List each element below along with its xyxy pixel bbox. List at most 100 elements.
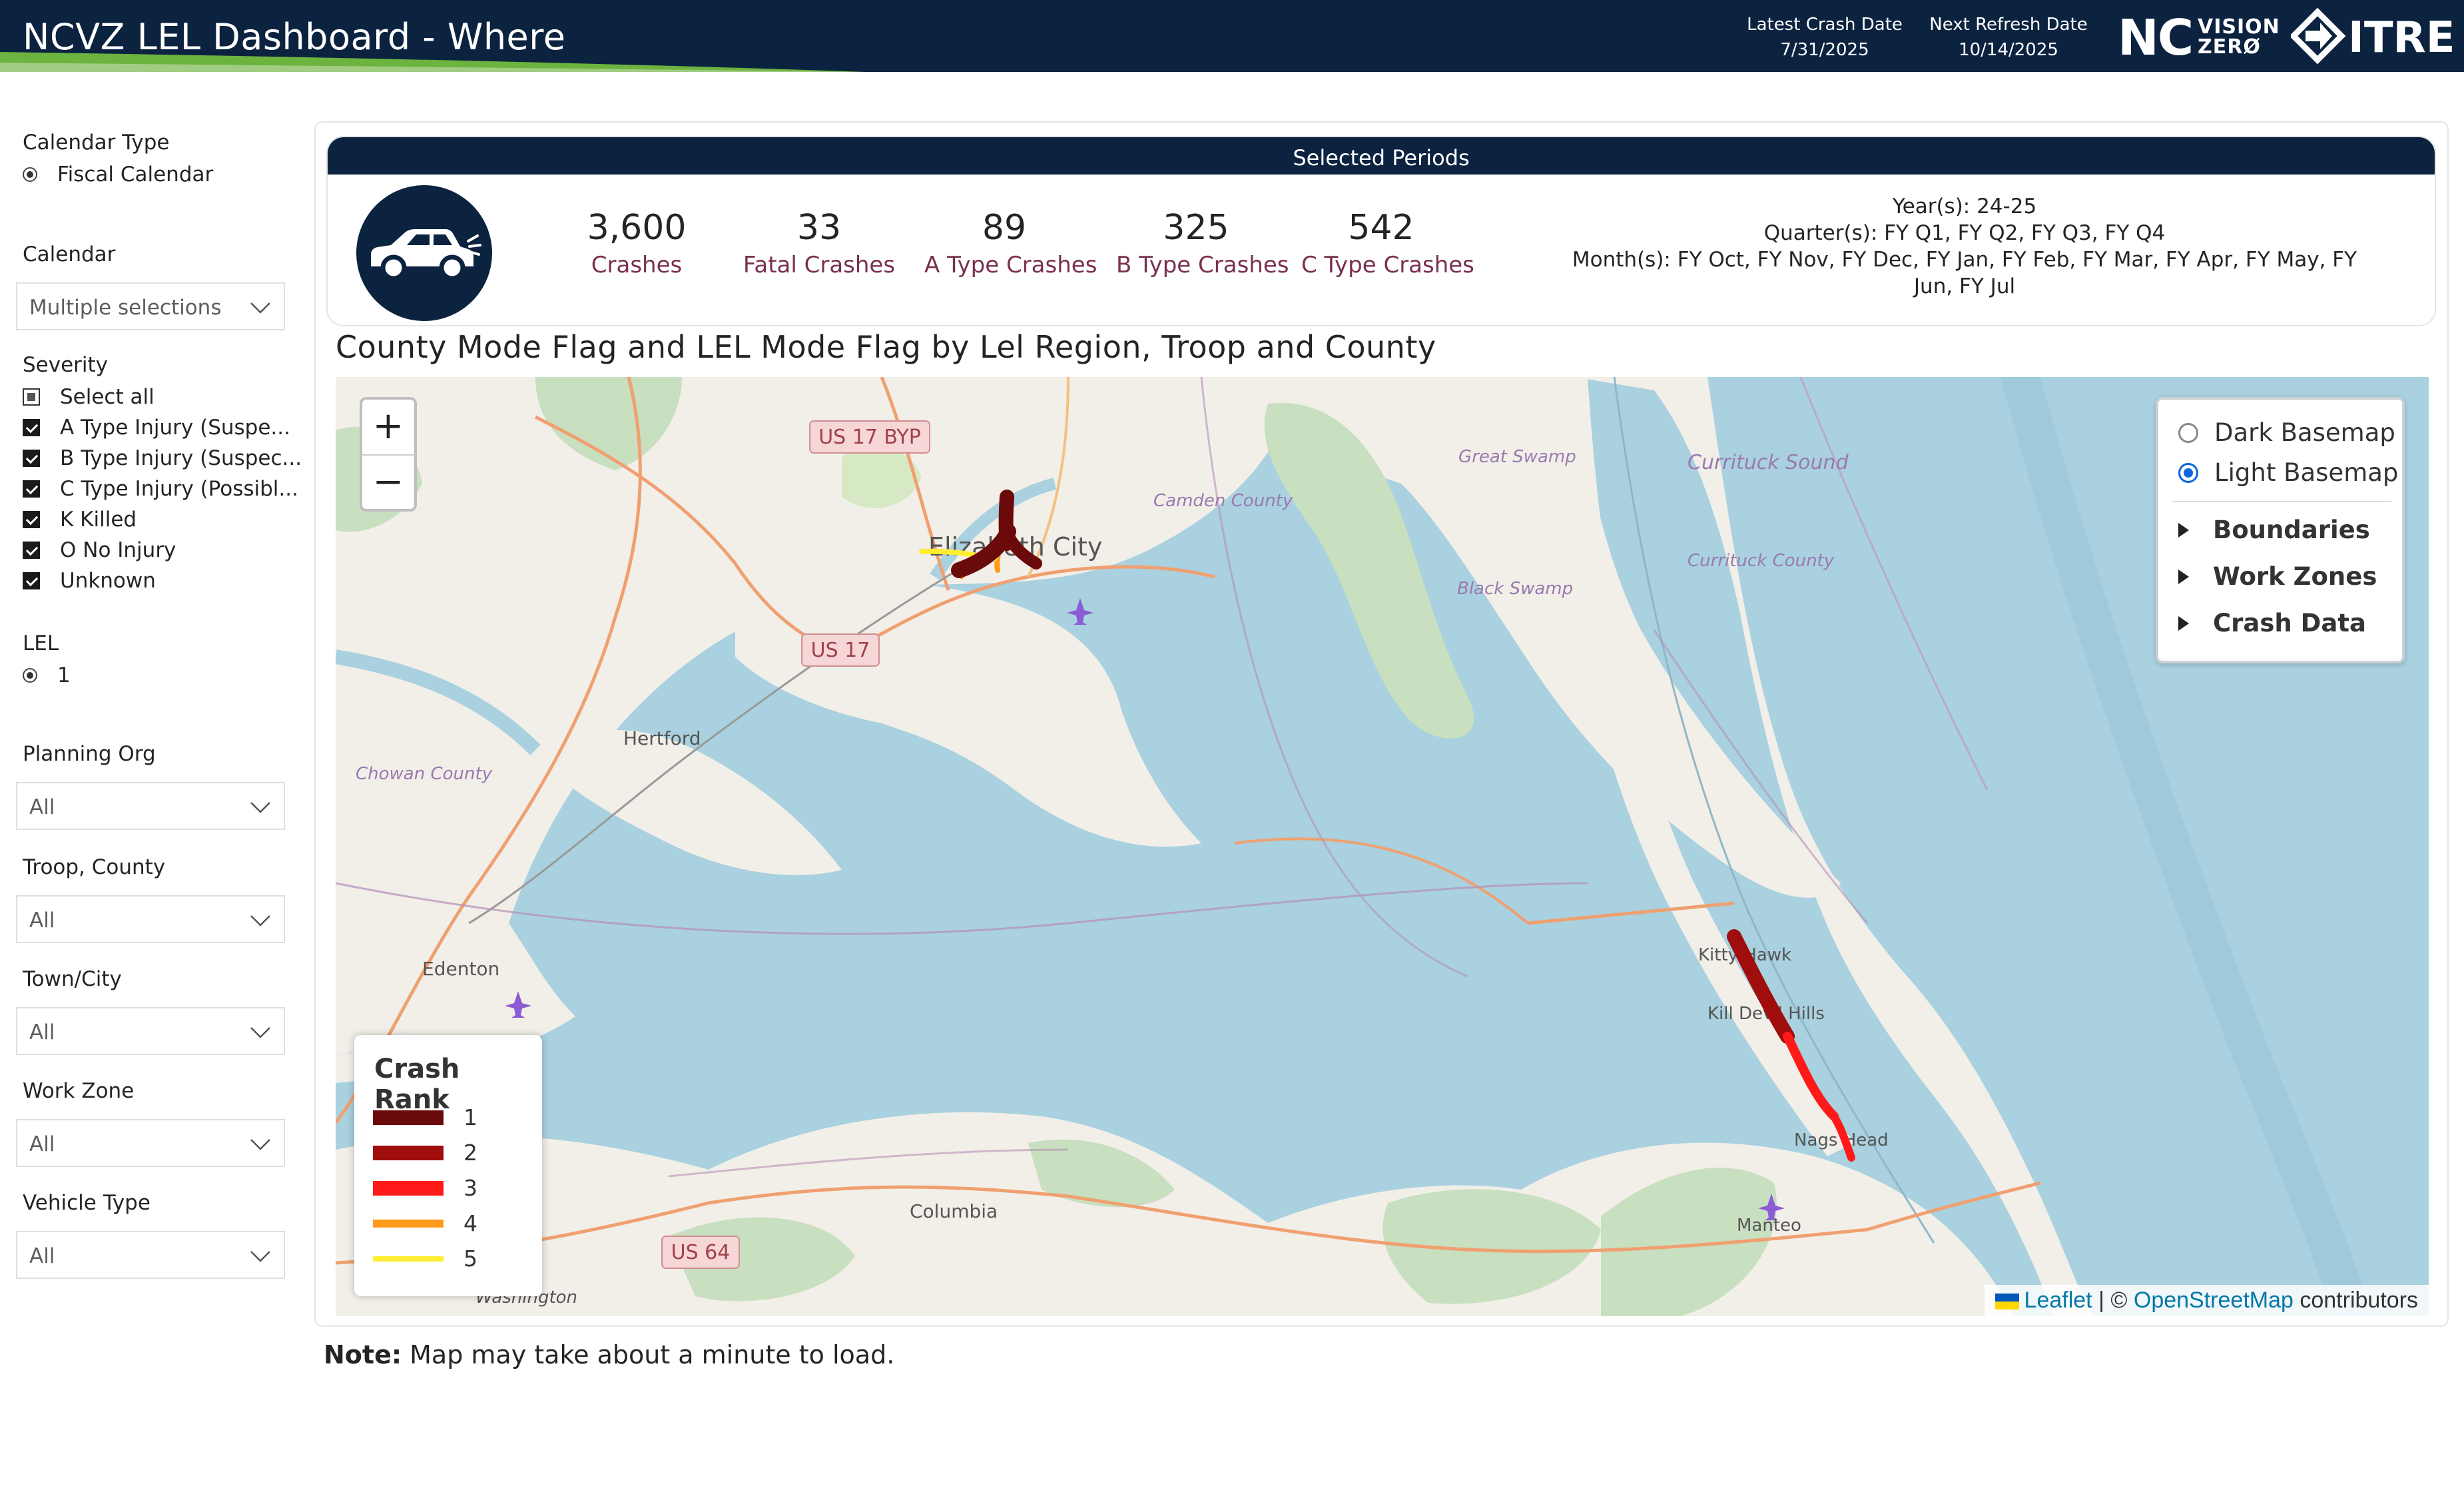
latest-crash-value: 7/31/2025 — [1780, 40, 1869, 60]
radio-selected-icon[interactable] — [2178, 462, 2198, 483]
layer-group-work-zones[interactable]: Work Zones — [2178, 562, 2377, 591]
chevron-down-icon — [250, 302, 270, 314]
place-edenton: Edenton — [422, 958, 499, 980]
checkbox-checked-icon[interactable] — [23, 450, 40, 467]
itre-logo: ITRE — [2291, 8, 2455, 64]
calendar-type-option[interactable]: Fiscal Calendar — [23, 163, 213, 187]
kpi-c-type: 542 C Type Crashes — [1301, 208, 1474, 278]
checkbox-checked-icon[interactable] — [23, 542, 40, 559]
checkbox-checked-icon[interactable] — [23, 419, 40, 436]
radio-icon[interactable] — [2178, 422, 2198, 443]
severity-item[interactable]: Unknown — [23, 569, 156, 593]
route-label-us17: US 17 — [811, 639, 870, 662]
checkbox-partial-icon[interactable] — [23, 388, 40, 406]
severity-item[interactable]: O No Injury — [23, 538, 176, 562]
legend-swatch — [373, 1219, 444, 1228]
next-refresh-value: 10/14/2025 — [1959, 40, 2058, 60]
latest-crash-date: Latest Crash Date 7/31/2025 — [1745, 12, 1905, 63]
map-title: County Mode Flag and LEL Mode Flag by Le… — [336, 329, 1436, 365]
selected-periods-header: Selected Periods — [328, 137, 2435, 175]
place-chowan-county: Chowan County — [356, 764, 493, 784]
calendar-dropdown[interactable]: Multiple selections — [16, 282, 285, 330]
nc-vision-zero-logo: NC — [2118, 9, 2194, 67]
kpi-c-type-value: 542 — [1348, 208, 1414, 248]
expand-triangle-icon[interactable] — [2178, 522, 2189, 538]
quarters-text: Quarter(s): FY Q1, FY Q2, FY Q3, FY Q4 — [1763, 221, 2166, 245]
kpi-a-type-label: A Type Crashes — [924, 252, 1097, 278]
basemap-option-dark[interactable]: Dark Basemap — [2178, 418, 2395, 447]
map-attribution: Leaflet | © OpenStreetMap contributors — [1984, 1285, 2429, 1316]
chevron-down-icon — [250, 1251, 270, 1262]
severity-item-label: Unknown — [60, 569, 156, 593]
route-label-us64: US 64 — [671, 1241, 731, 1264]
selected-periods-text: Year(s): 24-25 Quarter(s): FY Q1, FY Q2,… — [1572, 193, 2357, 300]
place-camden-county: Camden County — [1153, 491, 1293, 511]
severity-item[interactable]: B Type Injury (Suspec... — [23, 446, 302, 470]
note-text: Map may take about a minute to load. — [402, 1340, 895, 1369]
logo-nc-text: NC — [2118, 9, 2194, 67]
layer-control: Dark Basemap Light Basemap Boundaries Wo… — [2156, 397, 2405, 663]
severity-item-label: A Type Injury (Suspe... — [60, 416, 290, 440]
legend-label: 4 — [463, 1210, 477, 1236]
work-zone-dropdown[interactable]: All — [16, 1119, 285, 1167]
osm-link[interactable]: OpenStreetMap — [2134, 1288, 2294, 1313]
basemap-option-label: Dark Basemap — [2214, 418, 2395, 447]
work-zone-label: Work Zone — [23, 1079, 135, 1103]
severity-item-label: O No Injury — [60, 538, 176, 562]
radio-selected-icon[interactable] — [23, 668, 37, 683]
layer-group-boundaries[interactable]: Boundaries — [2178, 516, 2370, 544]
layer-group-label: Work Zones — [2213, 562, 2377, 591]
kpi-crashes-value: 3,600 — [587, 208, 687, 248]
checkbox-checked-icon[interactable] — [23, 572, 40, 589]
checkbox-checked-icon[interactable] — [23, 511, 40, 528]
basemap-option-light[interactable]: Light Basemap — [2178, 458, 2398, 487]
expand-triangle-icon[interactable] — [2178, 569, 2189, 584]
legend-row: 4 — [373, 1210, 477, 1236]
legend-swatch — [373, 1256, 444, 1262]
town-city-dropdown[interactable]: All — [16, 1007, 285, 1055]
legend-row: 3 — [373, 1175, 477, 1201]
layer-group-label: Crash Data — [2213, 609, 2366, 637]
severity-item[interactable]: A Type Injury (Suspe... — [23, 416, 290, 440]
town-city-label: Town/City — [23, 967, 122, 991]
lel-label: LEL — [23, 631, 59, 655]
radio-selected-icon[interactable] — [23, 167, 37, 182]
kpi-crashes: 3,600 Crashes — [557, 208, 717, 278]
planning-org-value: All — [29, 795, 55, 819]
basemap-option-label: Light Basemap — [2214, 458, 2399, 487]
vehicle-type-label: Vehicle Type — [23, 1191, 151, 1215]
severity-item-label: C Type Injury (Possibl... — [60, 477, 298, 501]
leaflet-map[interactable]: US 17 BYP US 17 US 64 Elizabeth City Her… — [336, 377, 2429, 1316]
leaflet-link[interactable]: Leaflet — [2024, 1288, 2092, 1313]
kpi-b-type-label: B Type Crashes — [1116, 252, 1289, 278]
layer-group-crash-data[interactable]: Crash Data — [2178, 609, 2366, 637]
kpi-fatal-value: 33 — [796, 208, 842, 248]
place-manteo: Manteo — [1737, 1216, 1801, 1236]
map-basemap[interactable]: US 17 BYP US 17 US 64 Elizabeth City Her… — [336, 377, 2429, 1316]
lel-option-label: 1 — [57, 663, 71, 687]
zoom-in-button[interactable]: + — [362, 400, 414, 454]
zoom-out-button[interactable]: − — [362, 456, 414, 510]
legend-swatch — [373, 1110, 444, 1125]
checkbox-checked-icon[interactable] — [23, 480, 40, 498]
planning-org-dropdown[interactable]: All — [16, 782, 285, 830]
lel-option[interactable]: 1 — [23, 663, 71, 687]
months-text-cont: Jun, FY Jul — [1913, 274, 2016, 298]
severity-item[interactable]: Select all — [23, 385, 154, 409]
expand-triangle-icon[interactable] — [2178, 615, 2189, 631]
vehicle-type-dropdown[interactable]: All — [16, 1231, 285, 1279]
severity-item[interactable]: C Type Injury (Possibl... — [23, 477, 298, 501]
place-great-swamp: Great Swamp — [1458, 447, 1576, 467]
legend-label: 2 — [463, 1140, 477, 1166]
legend-label: 1 — [463, 1104, 477, 1130]
layer-divider — [2172, 501, 2391, 502]
kpi-a-type: 89 A Type Crashes — [924, 208, 1097, 278]
severity-item[interactable]: K Killed — [23, 508, 137, 532]
troop-county-dropdown[interactable]: All — [16, 895, 285, 943]
vehicle-type-value: All — [29, 1244, 55, 1268]
place-currituck-county: Currituck County — [1688, 551, 1835, 571]
calendar-label: Calendar — [23, 242, 116, 266]
calendar-type-option-label: Fiscal Calendar — [57, 163, 214, 187]
attribution-contributors: contributors — [2293, 1288, 2418, 1313]
chevron-down-icon — [250, 1027, 270, 1038]
